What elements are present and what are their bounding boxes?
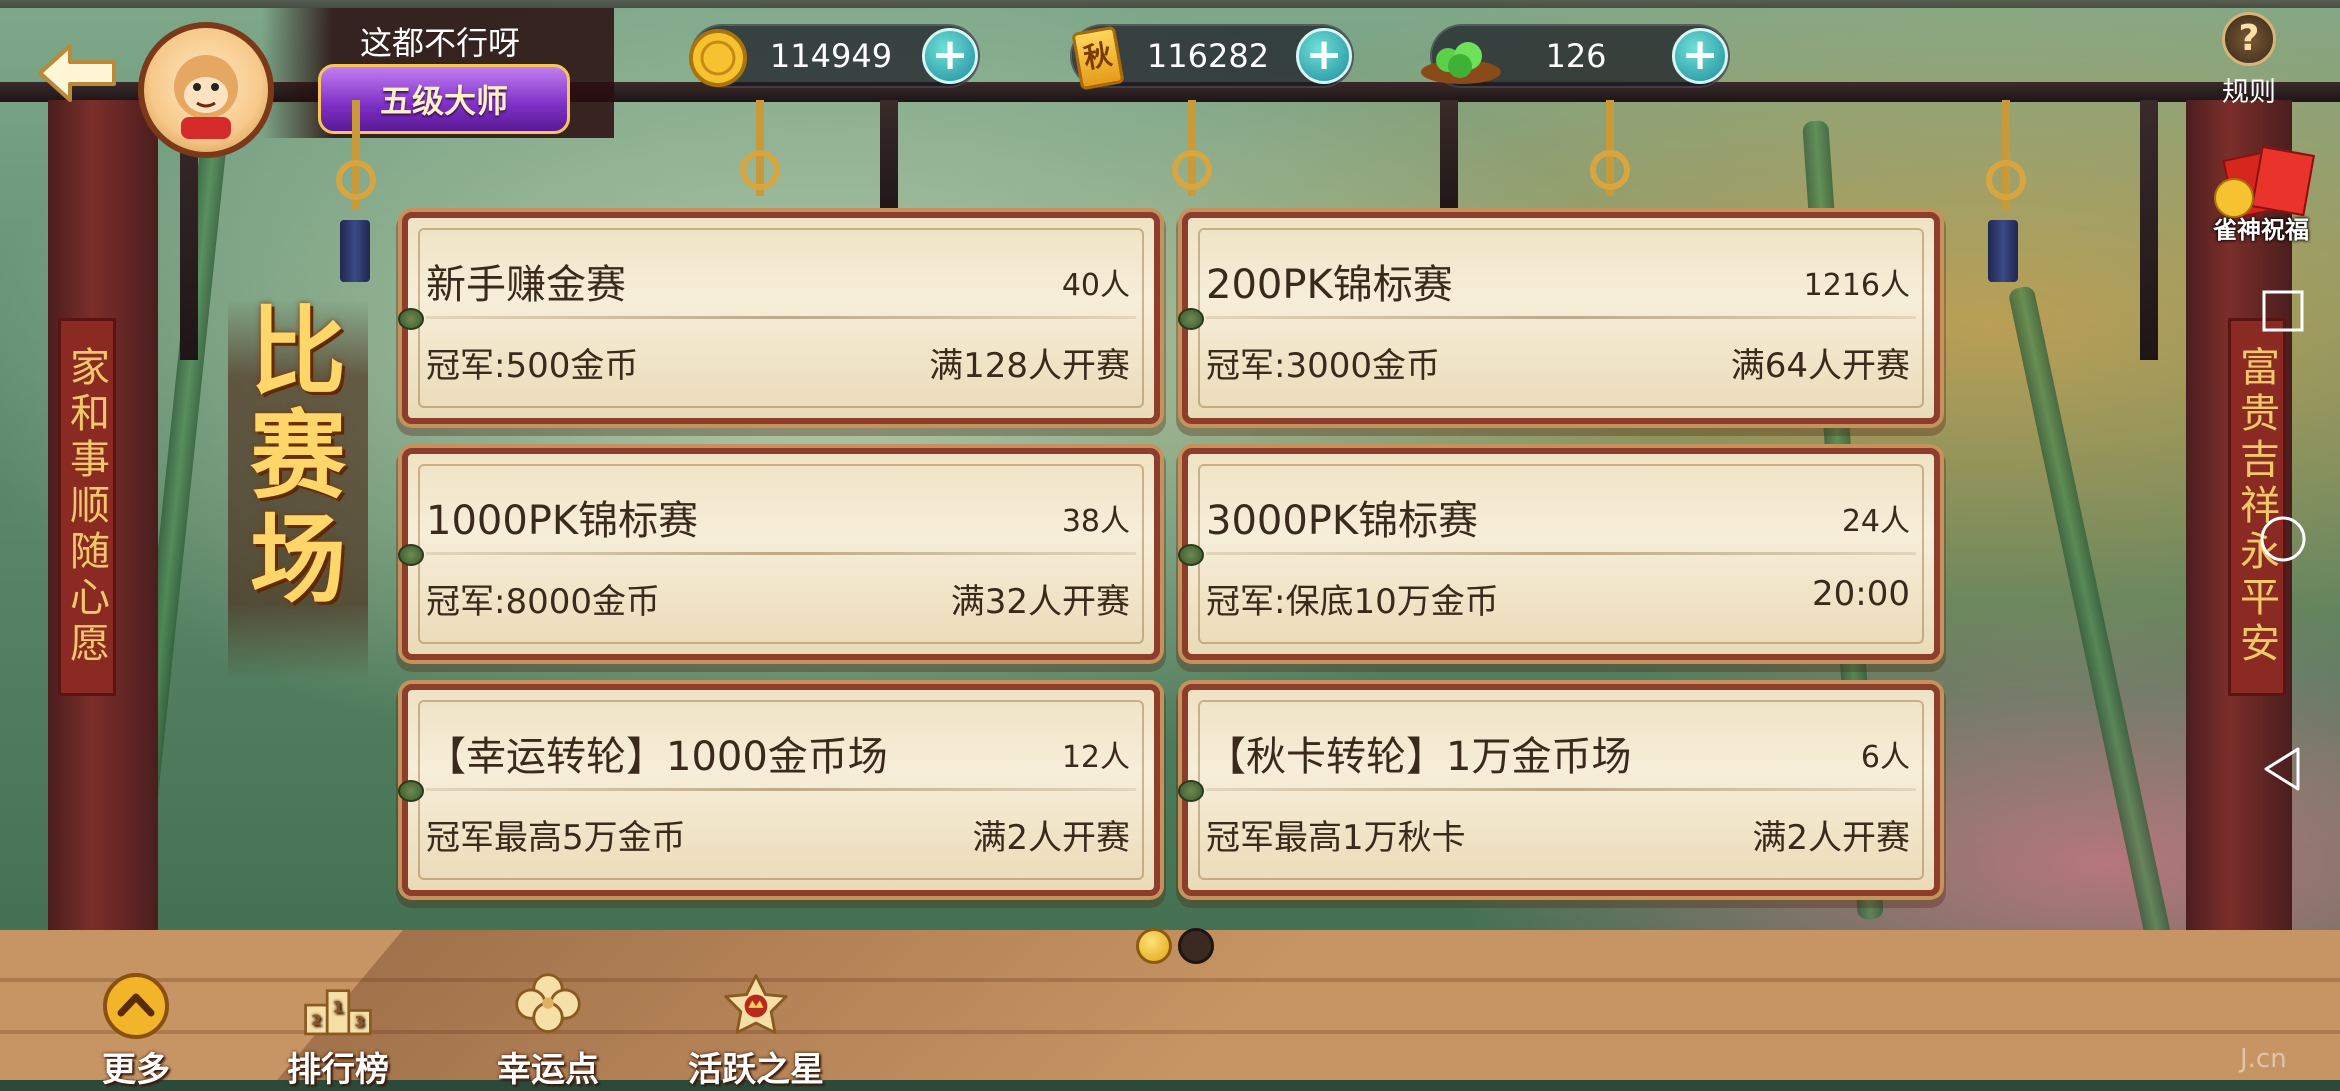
lucky-points-label: 幸运点 [497,1050,599,1090]
match-prize: 冠军:保底10万金币 [1206,582,1499,622]
knot-ornament [1172,150,1212,190]
leaderboard-button[interactable]: 12 3 排行榜 [268,970,408,1091]
gold-coin-amount: 114949 [769,37,893,75]
match-card[interactable]: 【幸运转轮】1000金币场 12人 冠军最高5万金币 满2人开赛 [398,684,1160,896]
match-prize: 冠军最高1万秋卡 [1206,818,1466,858]
gem-counter: 126 + [1421,24,1730,88]
gold-coin-counter: 114949 + [689,24,980,88]
circle-icon [2260,516,2306,562]
svg-text:3: 3 [355,1015,365,1031]
blessing-button[interactable]: 雀神祝福 [2204,145,2318,245]
pin-icon [1178,308,1204,330]
question-mark-icon: ? [2222,12,2276,66]
more-label: 更多 [102,1050,170,1090]
player-count: 24人 [1841,504,1910,539]
home-button[interactable] [2252,508,2314,570]
start-condition: 满128人开赛 [929,346,1130,386]
tassel-ornament [340,220,370,282]
active-star-label: 活跃之星 [688,1050,824,1090]
start-condition: 满2人开赛 [972,818,1130,858]
match-card[interactable]: 新手赚金赛 40人 冠军:500金币 满128人开赛 [398,212,1160,424]
active-star-button[interactable]: 活跃之星 [672,970,840,1091]
match-prize: 冠军:8000金币 [426,582,660,622]
autumn-card-counter: 秋 116282 + [1070,24,1354,91]
chevron-up-icon [100,970,172,1042]
clover-icon [512,970,584,1042]
back-arrow-icon [38,44,116,102]
autumn-card-icon: 秋 [1064,24,1132,92]
player-count: 40人 [1061,268,1130,303]
pin-icon [398,544,424,566]
svg-text:1: 1 [332,997,343,1016]
match-name: 【幸运转轮】1000金币场 [426,734,888,780]
page-indicator [1136,928,1220,964]
autumn-card-amount: 116282 [1146,37,1270,75]
red-envelope-icon [2204,145,2318,219]
start-condition: 满2人开赛 [1752,818,1910,858]
match-prize: 冠军最高5万金币 [426,818,686,858]
monkey-avatar-icon [174,55,238,139]
match-name: 1000PK锦标赛 [426,498,699,544]
knot-ornament [1590,150,1630,190]
player-count: 12人 [1061,740,1130,775]
match-name: 新手赚金赛 [426,262,626,308]
lattice-post [1440,100,1458,220]
lattice-post [2140,100,2158,360]
start-condition: 满32人开赛 [950,582,1130,622]
right-couplet: 富贵吉祥永平安 [2228,318,2286,696]
lucky-points-button[interactable]: 幸运点 [478,970,618,1091]
knot-ornament [740,150,780,190]
start-condition: 满64人开赛 [1730,346,1910,386]
knot-ornament [1986,160,2026,200]
page-dot[interactable] [1178,928,1214,964]
bamboo-stalk [2007,284,2179,976]
system-back-button[interactable] [2252,738,2314,800]
more-button[interactable]: 更多 [66,970,206,1091]
match-name: 200PK锦标赛 [1206,262,1453,308]
recents-button[interactable] [2252,280,2314,342]
gem-amount: 126 [1545,37,1607,75]
pin-icon [1178,780,1204,802]
knot-ornament [336,160,376,200]
square-icon [2262,290,2304,332]
triangle-back-icon [2264,747,2300,791]
podium-icon: 12 3 [302,970,374,1042]
match-card[interactable]: 【秋卡转轮】1万金币场 6人 冠军最高1万秋卡 满2人开赛 [1178,684,1940,896]
avatar[interactable] [138,22,274,158]
player-count: 1216人 [1803,268,1910,303]
add-gem-button[interactable]: + [1672,28,1728,84]
rules-button[interactable]: ? 规则 [2218,12,2280,108]
match-name: 【秋卡转轮】1万金币场 [1206,734,1632,780]
svg-text:2: 2 [311,1013,321,1029]
lattice-post [880,100,898,220]
match-card[interactable]: 200PK锦标赛 1216人 冠军:3000金币 满64人开赛 [1178,212,1940,424]
gold-coin-icon [684,24,752,92]
roof-edge [0,0,2340,8]
pin-icon [398,308,424,330]
add-card-button[interactable]: + [1296,28,1352,84]
tassel-ornament [1988,220,2018,282]
player-name: 这都不行呀 [359,24,520,62]
left-couplet: 家和事顺随心愿 [58,318,116,696]
page-dot-active[interactable] [1136,928,1172,964]
match-prize: 冠军:3000金币 [1206,346,1440,386]
player-count: 38人 [1061,504,1130,539]
match-card[interactable]: 1000PK锦标赛 38人 冠军:8000金币 满32人开赛 [398,448,1160,660]
player-count: 6人 [1860,740,1910,775]
rules-label: 规则 [2222,77,2276,108]
pin-icon [1178,544,1204,566]
watermark: J.cn [2240,1044,2287,1074]
back-button[interactable] [34,40,120,106]
match-name: 3000PK锦标赛 [1206,498,1479,544]
green-gem-icon [1418,24,1504,92]
competition-hall-title: 比 赛 场 [228,300,368,680]
match-card[interactable]: 3000PK锦标赛 24人 冠军:保底10万金币 20:00 [1178,448,1940,660]
add-gold-button[interactable]: + [922,28,978,84]
leaderboard-label: 排行榜 [287,1050,389,1090]
match-prize: 冠军:500金币 [426,346,639,386]
start-condition: 20:00 [1812,574,1910,614]
pin-icon [398,780,424,802]
star-crown-icon [720,970,792,1042]
